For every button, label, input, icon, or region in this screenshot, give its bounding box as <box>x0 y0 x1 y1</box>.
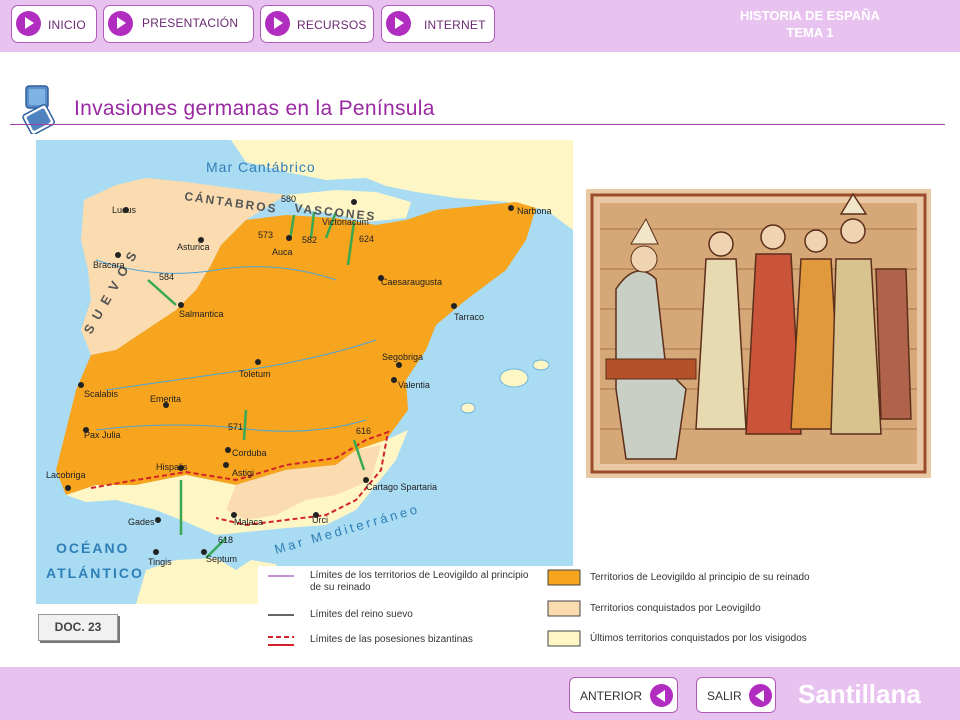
city-label: Septum <box>206 554 237 564</box>
play-icon <box>386 11 411 36</box>
play-icon <box>108 11 133 36</box>
iberia-map: Mar Cantábrico OCÉANO ATLÁNTICO Mar Medi… <box>36 140 573 604</box>
nav-internet-label: INTERNET <box>424 18 486 32</box>
nav-inicio-label: INICIO <box>48 18 86 32</box>
course-subject: HISTORIA DE ESPAÑA <box>740 8 880 23</box>
city-label: Auca <box>272 247 293 257</box>
year-label: 573 <box>258 230 273 240</box>
city-label: Hispalis <box>156 462 188 472</box>
course-unit: TEMA 1 <box>786 25 834 40</box>
doc-badge: DOC. 23 <box>38 614 118 641</box>
city-label: Lacobriga <box>46 470 86 480</box>
nav-presentacion-button[interactable]: PRESENTACIÓN <box>103 5 254 43</box>
play-icon <box>265 11 290 36</box>
city-label: Toletum <box>239 369 271 379</box>
nav-recursos-label: RECURSOS <box>297 18 367 32</box>
title-divider <box>10 124 945 125</box>
salir-label: SALIR <box>707 689 742 703</box>
legend-territories-start: Territorios de Leovigildo al principio d… <box>590 572 810 583</box>
city-label: Tarraco <box>454 312 484 322</box>
city-label: Astigi <box>232 468 254 478</box>
nav-inicio-button[interactable]: INICIO <box>11 5 97 43</box>
document-icon <box>22 85 55 134</box>
medieval-painting <box>586 189 931 478</box>
city-label: Gades <box>128 517 155 527</box>
page-title: Invasiones germanas en la Península <box>74 97 435 120</box>
play-icon <box>16 11 41 36</box>
city-label: Scalabis <box>84 389 119 399</box>
legend-limits-start: Límites de los territorios de Leovigildo… <box>310 570 529 593</box>
year-label: 616 <box>356 426 371 436</box>
sea-label: ATLÁNTICO <box>46 565 144 581</box>
brand-logo: Santillana <box>798 679 921 709</box>
year-label: 584 <box>159 272 174 282</box>
year-label: 624 <box>359 234 374 244</box>
legend-territories-last: Últimos territorios conquistados por los… <box>590 633 807 644</box>
city-label: Lucus <box>112 205 137 215</box>
city-label: Segobriga <box>382 352 423 362</box>
back-arrow-icon <box>650 684 673 707</box>
city-label: Corduba <box>232 448 267 458</box>
city-label: Caesaraugusta <box>381 277 442 287</box>
nav-presentacion-label: PRESENTACIÓN <box>142 16 239 30</box>
legend-territories-conquered: Territorios conquistados por Leovigildo <box>590 603 761 614</box>
city-label: Narbona <box>517 206 552 216</box>
course-header: HISTORIA DE ESPAÑA TEMA 1 <box>670 7 950 41</box>
nav-internet-button[interactable]: INTERNET <box>381 5 495 43</box>
city-label: Asturica <box>177 242 210 252</box>
back-arrow-icon <box>749 684 772 707</box>
city-label: Emerita <box>150 394 181 404</box>
city-label: Valentia <box>398 380 430 390</box>
map-legend: Límites de los territorios de Leovigildo… <box>258 566 873 658</box>
city-label: Bracara <box>93 260 125 270</box>
city-label: Pax Julia <box>84 430 121 440</box>
sea-label: OCÉANO <box>56 540 129 556</box>
city-label: Urci <box>312 515 328 525</box>
anterior-label: ANTERIOR <box>580 689 643 703</box>
city-label: Tingis <box>148 557 172 567</box>
sea-label: Mar Cantábrico <box>206 159 316 175</box>
year-label: 580 <box>281 194 296 204</box>
year-label: 618 <box>218 535 233 545</box>
city-label: Victoriacum <box>322 217 369 227</box>
salir-button[interactable]: SALIR <box>696 677 776 713</box>
city-label: Malaca <box>234 517 263 527</box>
city-label: Salmantica <box>179 309 224 319</box>
year-label: 582 <box>302 235 317 245</box>
city-label: Cartago Spartaria <box>366 482 437 492</box>
legend-limits-suevo: Límites del reino suevo <box>310 609 413 620</box>
legend-limits-byzantine: Límites de las posesiones bizantinas <box>310 634 473 645</box>
nav-recursos-button[interactable]: RECURSOS <box>260 5 374 43</box>
year-label: 571 <box>228 422 243 432</box>
anterior-button[interactable]: ANTERIOR <box>569 677 678 713</box>
